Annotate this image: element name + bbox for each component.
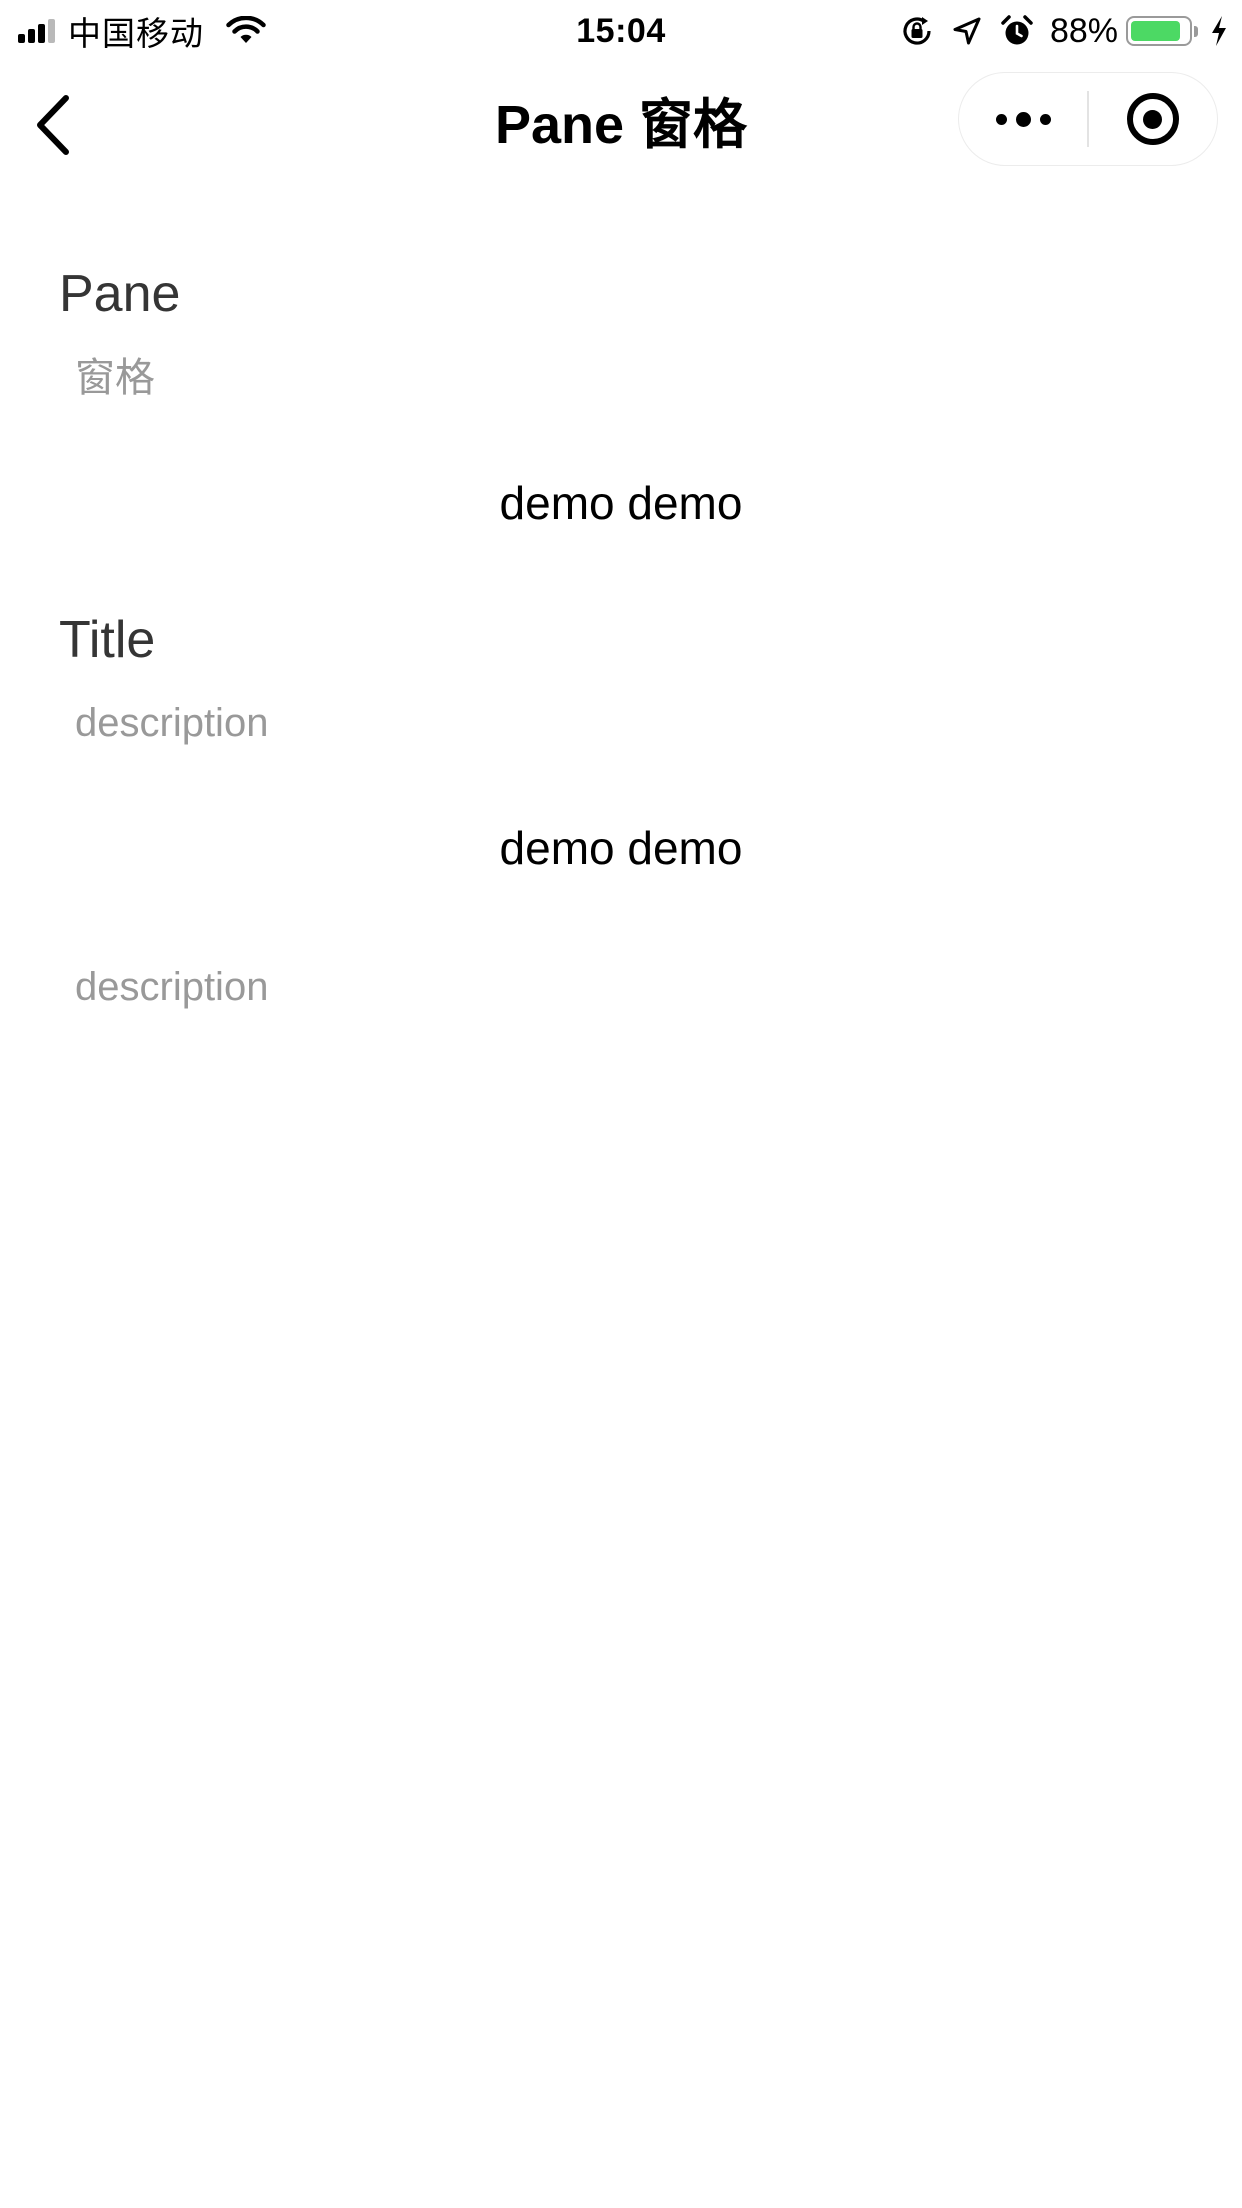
battery-cap [1194,25,1198,37]
pane-content: demo demo [499,822,743,874]
alarm-icon [1000,14,1034,48]
pane-description: 窗格 [75,355,155,401]
record-icon [1126,93,1179,145]
status-bar: 中国移动 15:04 88% [0,0,1242,62]
location-icon [952,16,982,46]
pane-content: demo demo [499,477,743,529]
navigation-bar: Pane 窗格 [0,62,1242,188]
battery-fill [1131,21,1181,41]
status-right: 88% [882,10,1228,52]
close-button[interactable] [1089,72,1217,166]
pane-title: Pane [59,265,181,323]
capsule-menu [958,72,1218,166]
charging-icon [1210,15,1228,47]
more-dots-icon [995,111,1051,127]
pane-description: description [75,701,269,745]
battery-icon [1126,16,1192,46]
pane-footer: description [75,965,269,1009]
pane-title: Title [59,611,156,669]
battery-percent: 88% [1049,12,1118,50]
orientation-lock-icon [900,14,934,48]
more-button[interactable] [959,72,1087,166]
